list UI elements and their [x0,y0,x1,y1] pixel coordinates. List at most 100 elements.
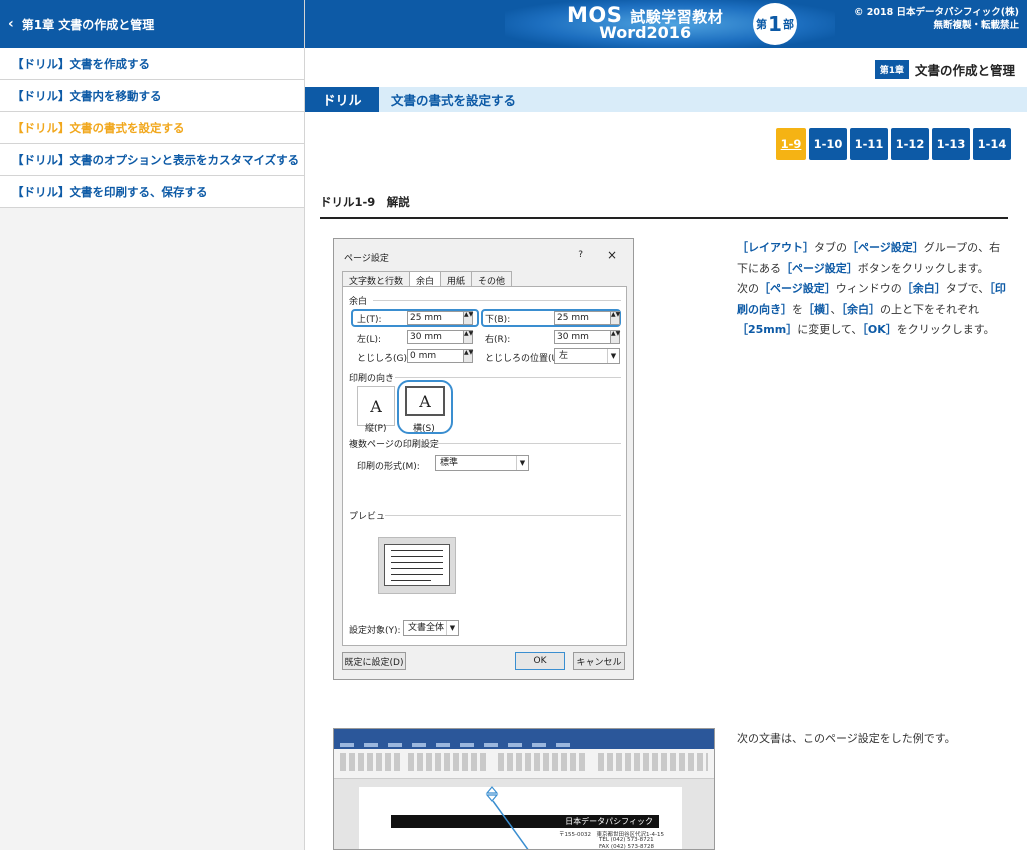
chevron-down-icon: ▼ [516,456,528,470]
drill-bar: ドリル 文書の書式を設定する [305,87,1027,112]
badge-pre: 第 [756,18,768,31]
divider [395,377,621,378]
preview-sheet [384,544,450,586]
sidebar-item-print-save[interactable]: 【ドリル】文書を印刷する、保存する [0,176,304,208]
orientation-label: 印刷の向き [349,374,395,384]
copyright-line2: 無断複製・転載禁止 [933,20,1019,31]
bottom-label: 下(B): [485,315,511,325]
text-run: を [792,302,803,316]
chevron-down-icon: ▼ [607,349,619,363]
copyright: © 2018 日本データパシフィック(株) 無断複製・転載禁止 [854,6,1019,32]
ok-button: OK [515,652,565,670]
text-run: タブの [814,241,847,254]
ribbon-group [408,753,488,771]
text-run: をクリックします。 [896,323,995,336]
close-icon: × [606,248,617,262]
logo: MOS 試験学習教材 Word2016 [567,3,723,42]
apply-label: 設定対象(Y): [349,626,401,636]
word-address-line: FAX (042) 573-8728 [599,844,654,850]
copyright-line1: © 2018 日本データパシフィック(株) [853,7,1019,18]
word-address-line: TEL (042) 573-8721 [599,837,654,843]
spin-icon: ▲▼ [463,330,473,344]
preview-image [378,537,456,594]
chapter-tag: 第1章 [874,60,909,79]
explanation-p1: ［レイアウト］タブの［ページ設定］グループの、右下にある［ページ設定］ボタンをク… [737,238,1007,279]
gutter-pos-label: とじしろの位置(U): [485,354,565,364]
app-page: ‹ 第1章 文書の作成と管理 【ドリル】文書を作成する 【ドリル】文書内を移動す… [0,0,1027,850]
gutter-pos-select: 左 ▼ [554,348,620,364]
cancel-button: キャンセル [573,652,625,670]
chevron-left-icon: ‹ [8,16,14,32]
keyword: ［ページ設定］ [759,282,836,295]
page-setup-dialog-image: ページ設定 ? × 文字数と行数 余白 用紙 その他 余白 上(T): 25 m… [333,238,634,680]
page-link-1-10[interactable]: 1-10 [809,128,847,160]
print-form-select: 標準 ▼ [435,455,529,471]
spin-icon: ▲▼ [610,311,620,325]
ribbon-group [598,753,708,771]
sidebar-item-navigate[interactable]: 【ドリル】文書内を移動する [0,80,304,112]
apply-value: 文書全体 [408,623,445,633]
text-run: 次の [737,282,759,295]
keyword: ［ページ設定］ [781,261,858,275]
keyword: ［ページ設定］ [847,241,924,254]
explanation-text: ［レイアウト］タブの［ページ設定］グループの、右下にある［ページ設定］ボタンをク… [737,238,1007,341]
explanation-p2: 次の［ページ設定］ウィンドウの［余白］タブで、［印刷の向き］を［横］、［余白］の… [737,279,1007,341]
example-text: 次の文書は、このページ設定をした例です。 [737,732,956,745]
page-link-1-13[interactable]: 1-13 [932,128,970,160]
preview-line [391,550,443,551]
preview-line [391,574,443,575]
preview-line [391,562,443,563]
keyword: ［OK］ [862,323,897,336]
right-field: 30 mm [554,330,616,344]
chapter-title: 文書の作成と管理 [914,63,1015,78]
default-button: 既定に設定(D) [342,652,406,670]
print-form-value: 標準 [440,458,459,468]
keyword: ［余白］ [901,282,946,295]
page-link-1-12[interactable]: 1-12 [891,128,929,160]
divider [373,300,621,301]
section-title: ドリル1-9 解説 [320,194,1008,219]
sidebar-item-create[interactable]: 【ドリル】文書を作成する [0,48,304,80]
text-run: の上と下をそれぞれ [880,302,979,316]
preview-line [391,568,443,569]
top-field: 25 mm [407,311,469,325]
sidebar-back-link[interactable]: ‹ 第1章 文書の作成と管理 [0,0,304,48]
dialog-panel: 余白 上(T): 25 mm ▲▼ 下(B): 25 mm ▲▼ 左(L): 3… [342,286,627,646]
sidebar: ‹ 第1章 文書の作成と管理 【ドリル】文書を作成する 【ドリル】文書内を移動す… [0,0,305,850]
divider [429,443,621,444]
keyword: ［横］ [803,302,831,316]
left-label: 左(L): [357,335,382,345]
landscape-label: 横(S) [413,424,435,434]
page-link-1-11[interactable]: 1-11 [850,128,888,160]
badge-num: 1 [768,12,782,36]
preview-line [391,580,431,581]
word-ribbon [334,749,714,779]
page-link-1-9[interactable]: 1-9 [776,128,806,160]
right-label: 右(R): [485,335,511,345]
word-titlebar [334,729,714,741]
sidebar-back-label: 第1章 文書の作成と管理 [21,17,155,32]
chapter-heading: 第1章 文書の作成と管理 [874,60,1015,79]
spin-icon: ▲▼ [463,349,473,363]
top-label: 上(T): [357,315,382,325]
sidebar-item-format[interactable]: 【ドリル】文書の書式を設定する [0,112,304,144]
page-link-1-14[interactable]: 1-14 [973,128,1011,160]
keyword: ［余白］ [841,302,881,316]
help-icon: ? [578,250,583,260]
header-bar: MOS 試験学習教材 Word2016 第1部 © 2018 日本データパシフィ… [305,0,1027,48]
portrait-icon: A [357,386,395,426]
chevron-down-icon: ▼ [446,621,458,635]
apply-select: 文書全体 ▼ [403,620,459,636]
keyword: ［レイアウト］ [737,241,814,254]
gutter-label: とじしろ(G): [357,354,411,364]
gutter-field: 0 mm [407,349,469,363]
preview-line [391,556,443,557]
divider [385,515,621,516]
word-ribbon-tabs [334,741,714,749]
sidebar-item-options[interactable]: 【ドリル】文書のオプションと表示をカスタマイズする [0,144,304,176]
gutter-pos-value: 左 [559,351,569,361]
text-run: ウィンドウの [835,282,902,295]
drill-pager: 1-9 1-10 1-11 1-12 1-13 1-14 [776,128,1011,160]
multi-label: 複数ページの印刷設定 [349,440,439,450]
text-run: タブで、 [945,282,990,295]
